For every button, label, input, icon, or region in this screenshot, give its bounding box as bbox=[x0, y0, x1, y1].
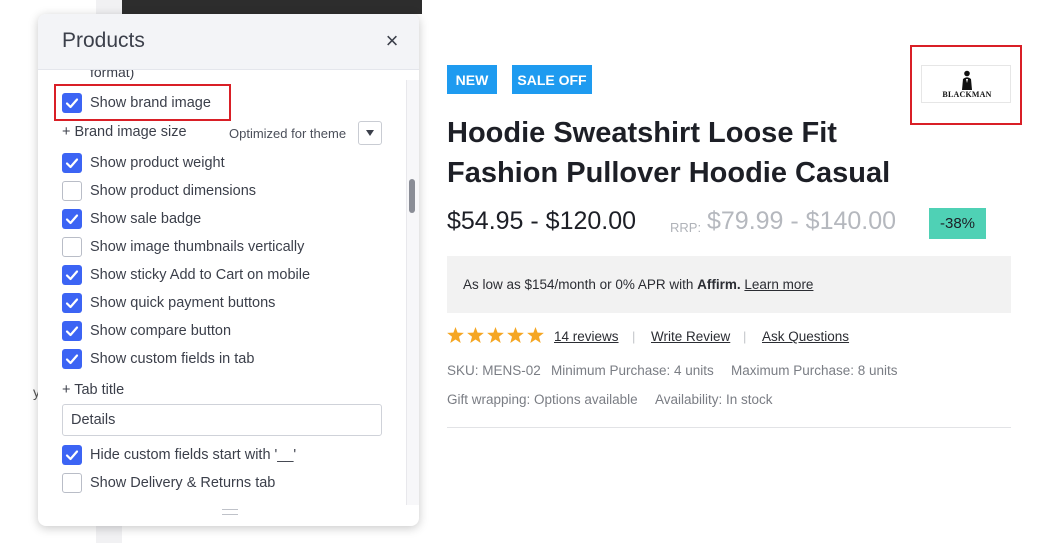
affirm-learn-more-link[interactable]: Learn more bbox=[744, 277, 813, 292]
product-title: Hoodie Sweatshirt Loose Fit Fashion Pull… bbox=[447, 113, 1007, 193]
checkmark-icon bbox=[65, 270, 79, 281]
option-show-image-thumbnails-vertically[interactable]: Show image thumbnails vertically bbox=[62, 236, 304, 258]
minimum-purchase: Minimum Purchase: 4 units bbox=[551, 363, 714, 378]
option-label: Show sale badge bbox=[90, 211, 202, 227]
option-label: Show image thumbnails vertically bbox=[90, 239, 305, 255]
checkbox[interactable] bbox=[62, 181, 82, 201]
checkmark-icon bbox=[65, 214, 79, 225]
option-show-delivery-returns-tab[interactable]: Show Delivery & Returns tab bbox=[62, 472, 275, 494]
option-label: Show custom fields in tab bbox=[90, 351, 255, 367]
star-icon bbox=[487, 327, 504, 343]
product-price: $54.95 - $120.00 bbox=[447, 207, 637, 235]
scrollbar-track[interactable] bbox=[406, 80, 419, 505]
checkbox[interactable] bbox=[62, 265, 82, 285]
gift-wrapping: Gift wrapping: Options available bbox=[447, 392, 638, 407]
sale-badge: SALE OFF bbox=[512, 65, 592, 94]
option-label: Show Delivery & Returns tab bbox=[90, 475, 276, 491]
option-show-sticky-add-to-cart[interactable]: Show sticky Add to Cart on mobile bbox=[62, 264, 310, 286]
highlight-box-option bbox=[54, 84, 231, 121]
checkmark-icon bbox=[65, 450, 79, 461]
option-label: Show product dimensions bbox=[90, 183, 257, 199]
brand-image-size-dropdown[interactable] bbox=[358, 121, 382, 145]
checkbox[interactable] bbox=[62, 321, 82, 341]
cut-off-text: format) bbox=[90, 70, 135, 80]
checkbox[interactable] bbox=[62, 293, 82, 313]
write-review-link[interactable]: Write Review bbox=[651, 329, 730, 344]
new-badge: NEW bbox=[447, 65, 497, 94]
checkmark-icon bbox=[65, 354, 79, 365]
discount-badge: -38% bbox=[929, 208, 986, 239]
option-label: Show product weight bbox=[90, 155, 225, 171]
option-show-custom-fields-in-tab[interactable]: Show custom fields in tab bbox=[62, 348, 254, 370]
option-label: Show quick payment buttons bbox=[90, 295, 276, 311]
panel-header: Products × bbox=[38, 14, 419, 70]
divider bbox=[447, 427, 1011, 428]
ask-questions-link[interactable]: Ask Questions bbox=[762, 329, 849, 344]
resize-handle-icon[interactable] bbox=[222, 509, 238, 515]
affirm-text: As low as $154/month or 0% APR with bbox=[463, 277, 694, 292]
separator: | bbox=[743, 329, 747, 344]
option-show-compare-button[interactable]: Show compare button bbox=[62, 320, 231, 342]
checkbox[interactable] bbox=[62, 445, 82, 465]
checkbox[interactable] bbox=[62, 153, 82, 173]
rrp-label: RRP: bbox=[670, 220, 702, 235]
separator: | bbox=[632, 329, 636, 344]
option-show-product-dimensions[interactable]: Show product dimensions bbox=[62, 180, 256, 202]
option-hide-custom-fields[interactable]: Hide custom fields start with '__' bbox=[62, 444, 296, 466]
screen: y Products × format) Show brand image + … bbox=[0, 0, 1038, 543]
checkbox[interactable] bbox=[62, 237, 82, 257]
option-label: Hide custom fields start with '__' bbox=[90, 447, 297, 463]
scrollbar-thumb[interactable] bbox=[409, 179, 415, 213]
availability: Availability: In stock bbox=[655, 392, 773, 407]
star-icon bbox=[507, 327, 524, 343]
affirm-brand: Affirm. bbox=[697, 277, 741, 292]
caret-down-icon bbox=[366, 130, 374, 136]
checkbox[interactable] bbox=[62, 473, 82, 493]
option-label: Show sticky Add to Cart on mobile bbox=[90, 267, 311, 283]
sku: SKU: MENS-02 bbox=[447, 363, 541, 378]
checkmark-icon bbox=[65, 298, 79, 309]
brand-image-size-label[interactable]: + Brand image size bbox=[62, 124, 187, 140]
brand-image-size-value[interactable]: Optimized for theme bbox=[229, 126, 346, 141]
checkbox[interactable] bbox=[62, 349, 82, 369]
option-show-sale-badge[interactable]: Show sale badge bbox=[62, 208, 201, 230]
checkbox[interactable] bbox=[62, 209, 82, 229]
option-show-product-weight[interactable]: Show product weight bbox=[62, 152, 225, 174]
editor-preview-edge bbox=[122, 0, 422, 14]
rrp-price: $79.99 - $140.00 bbox=[707, 207, 897, 235]
reviews-link[interactable]: 14 reviews bbox=[554, 329, 619, 344]
affirm-banner: As low as $154/month or 0% APR with Affi… bbox=[447, 256, 1011, 313]
tab-title-input[interactable]: Details bbox=[62, 404, 382, 436]
panel-body: format) Show brand image + Brand image s… bbox=[38, 70, 406, 510]
option-label: Show compare button bbox=[90, 323, 232, 339]
maximum-purchase: Maximum Purchase: 8 units bbox=[731, 363, 898, 378]
panel-title: Products bbox=[62, 29, 145, 52]
product-title-line-2: Fashion Pullover Hoodie Casual bbox=[447, 157, 891, 189]
star-icon bbox=[447, 327, 464, 343]
option-show-quick-payment-buttons[interactable]: Show quick payment buttons bbox=[62, 292, 275, 314]
star-icon bbox=[467, 327, 484, 343]
star-icon bbox=[527, 327, 544, 343]
checkmark-icon bbox=[65, 326, 79, 337]
tab-title-label[interactable]: + Tab title bbox=[62, 382, 124, 398]
close-icon[interactable]: × bbox=[382, 30, 402, 52]
checkmark-icon bbox=[65, 158, 79, 169]
rating-stars bbox=[447, 327, 544, 343]
product-title-line-1: Hoodie Sweatshirt Loose Fit bbox=[447, 117, 837, 149]
